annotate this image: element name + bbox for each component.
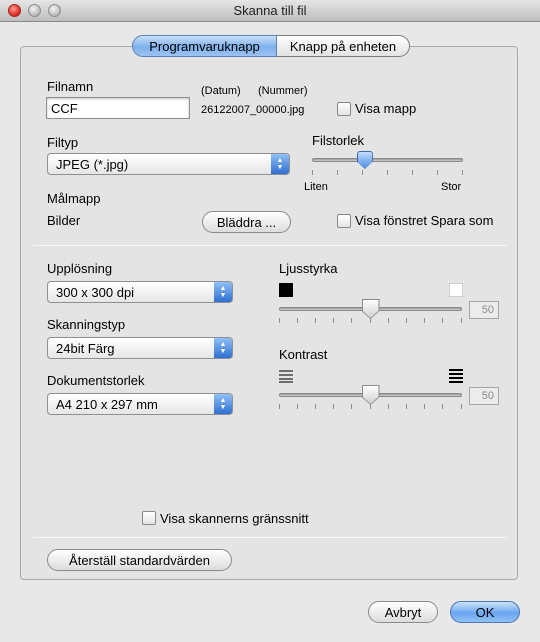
brightness-label: Ljusstyrka [279, 261, 338, 276]
restore-defaults-button[interactable]: Återställ standardvärden [47, 549, 232, 571]
scan-type-select[interactable]: 24bit Färg ▲ ▼ [47, 337, 233, 359]
show-scanner-ui-label: Visa skannerns gränssnitt [160, 511, 309, 526]
settings-panel [20, 46, 518, 580]
chevron-updown-icon: ▲ ▼ [214, 338, 232, 358]
brightness-value-field[interactable]: 50 [469, 301, 499, 319]
show-save-as-checkbox[interactable] [337, 214, 351, 228]
high-contrast-icon [449, 369, 463, 383]
filesize-min-label: Liten [304, 181, 328, 193]
contrast-label: Kontrast [279, 347, 328, 362]
filetype-value: JPEG (*.jpg) [56, 157, 129, 172]
filesize-max-label: Stor [441, 181, 462, 193]
filename-input[interactable]: CCF [46, 97, 190, 119]
tab-programvaruknapp[interactable]: Programvaruknapp [132, 35, 277, 57]
cancel-button[interactable]: Avbryt [368, 601, 438, 623]
filename-label: Filnamn [47, 79, 94, 94]
light-square-icon [449, 283, 463, 297]
document-size-select[interactable]: A4 210 x 297 mm ▲ ▼ [47, 393, 233, 415]
chevron-updown-icon: ▲ ▼ [214, 282, 232, 302]
filename-preview: 26122007_00000.jpg [201, 104, 305, 116]
contrast-value-field[interactable]: 50 [469, 387, 499, 405]
resolution-select[interactable]: 300 x 300 dpi ▲ ▼ [47, 281, 233, 303]
filetype-label: Filtyp [47, 135, 79, 150]
show-folder-checkbox[interactable] [337, 102, 351, 116]
filetype-select[interactable]: JPEG (*.jpg) ▲ ▼ [47, 153, 290, 175]
chevron-updown-icon: ▲ ▼ [214, 394, 232, 414]
low-contrast-icon [279, 370, 293, 383]
resolution-label: Upplösning [47, 261, 113, 276]
scan-type-label: Skanningstyp [47, 317, 126, 332]
destination-value: Bilder [47, 213, 81, 228]
separator [33, 245, 507, 246]
show-folder-label: Visa mapp [355, 101, 417, 116]
resolution-value: 300 x 300 dpi [56, 285, 135, 300]
filesize-slider-ticks [312, 170, 463, 175]
show-scanner-ui-checkbox[interactable] [142, 511, 156, 525]
document-size-label: Dokumentstorlek [47, 373, 145, 388]
chevron-updown-icon: ▲ ▼ [271, 154, 289, 174]
browse-button[interactable]: Bläddra ... [202, 211, 291, 233]
separator [33, 537, 507, 538]
filesize-slider-track[interactable] [312, 158, 463, 162]
dark-square-icon [279, 283, 293, 297]
tab-knapp-pa-enheten[interactable]: Knapp på enheten [277, 35, 410, 57]
number-label: (Nummer) [258, 85, 308, 97]
ok-button[interactable]: OK [450, 601, 520, 623]
show-save-as-label: Visa fönstret Spara som [355, 213, 494, 228]
window-title: Skanna till fil [233, 3, 307, 18]
filesize-label: Filstorlek [312, 133, 365, 148]
document-size-value: A4 210 x 297 mm [56, 397, 158, 412]
scan-type-value: 24bit Färg [56, 341, 115, 356]
date-label: (Datum) [201, 85, 241, 97]
destination-label: Målmapp [47, 191, 101, 206]
